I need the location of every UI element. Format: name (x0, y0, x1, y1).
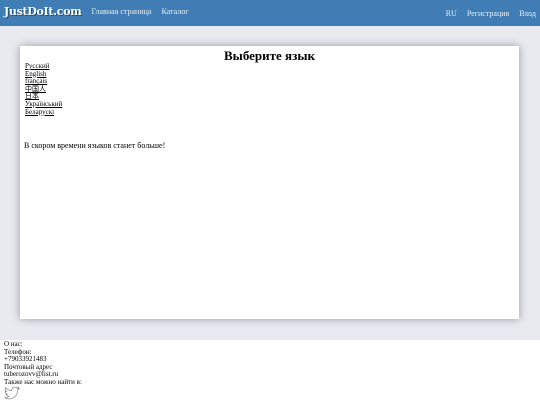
navbar-left: JustDoIt.com Главная страница Каталог (4, 5, 199, 18)
site-logo[interactable]: JustDoIt.com (4, 5, 82, 18)
content-area: Выберите язык Русский English français 中… (0, 26, 540, 340)
languages-notice: В скором времени языков станет больше! (24, 141, 166, 150)
nav-link-home[interactable]: Главная страница (91, 7, 151, 16)
top-navbar: JustDoIt.com Главная страница Каталог RU… (0, 0, 540, 26)
language-card: Выберите язык Русский English français 中… (20, 46, 519, 319)
page-title: Выберите язык (224, 48, 315, 63)
language-link-belarusian[interactable]: Беларускі (25, 108, 62, 117)
footer-text: О нас: Телефон: +79033921483 Почтовый ад… (4, 340, 82, 387)
login-link[interactable]: Вход (519, 9, 536, 18)
footer-social-label: Также нас можно найти в: (4, 377, 82, 386)
language-switch[interactable]: RU (446, 9, 457, 18)
navbar-right: RU Регистрация Вход (436, 9, 536, 18)
twitter-icon[interactable] (4, 387, 20, 400)
twitter-icon-path (4, 387, 20, 400)
footer: О нас: Телефон: +79033921483 Почтовый ад… (0, 340, 540, 405)
nav-link-catalog[interactable]: Каталог (161, 7, 188, 16)
language-list: Русский English français 中国人 日本 Українсь… (25, 62, 62, 117)
register-link[interactable]: Регистрация (467, 9, 509, 18)
